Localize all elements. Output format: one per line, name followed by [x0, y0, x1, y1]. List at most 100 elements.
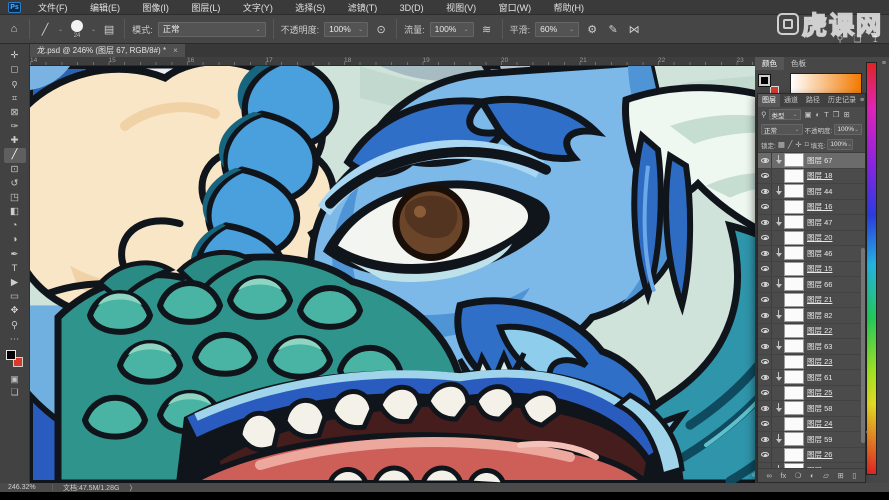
layer-row[interactable]: 图层 22	[758, 324, 865, 340]
brush-settings-panel-icon[interactable]: ▤	[101, 23, 117, 36]
horizontal-ruler[interactable]: 1415161718192021222324	[30, 57, 862, 66]
tab-swatches[interactable]: 色板	[784, 57, 813, 70]
type-tool[interactable]: T	[4, 262, 26, 276]
menu-item[interactable]: 选择(S)	[286, 3, 334, 13]
layer-visibility-toggle[interactable]	[758, 308, 772, 323]
opacity-select[interactable]: 100%⌄	[324, 22, 368, 37]
brush-tool-icon[interactable]: ╱	[37, 23, 53, 36]
layer-row[interactable]: 图层 16	[758, 200, 865, 216]
layer-row[interactable]: 图层 58	[758, 401, 865, 417]
history-brush-tool[interactable]: ↺	[4, 177, 26, 191]
dodge-tool[interactable]: ◑	[4, 233, 26, 247]
layer-visibility-toggle[interactable]	[758, 169, 772, 184]
layer-name[interactable]: 图层 47	[807, 217, 832, 228]
layer-filter-select[interactable]: 类型⌄	[769, 109, 801, 120]
layer-visibility-toggle[interactable]	[758, 215, 772, 230]
menu-item[interactable]: 视图(V)	[437, 3, 485, 13]
filter-type-icon[interactable]: T	[824, 110, 829, 119]
color-panel-menu-icon[interactable]: ≡	[882, 60, 886, 67]
zoom-level-field[interactable]: 246.32%	[8, 484, 42, 491]
layer-thumbnail[interactable]	[784, 448, 804, 462]
layer-visibility-toggle[interactable]	[758, 277, 772, 292]
layer-thumbnail[interactable]	[784, 386, 804, 400]
filter-shape-icon[interactable]: ❒	[833, 110, 840, 119]
layer-name[interactable]: 图层 16	[807, 201, 832, 212]
layer-thumbnail[interactable]	[784, 293, 804, 307]
eraser-tool[interactable]: ◳	[4, 191, 26, 205]
layer-row[interactable]: 图层 59	[758, 432, 865, 448]
layer-name[interactable]: 图层 44	[807, 186, 832, 197]
layer-thumbnail[interactable]	[784, 308, 804, 322]
layer-row[interactable]: 图层 20	[758, 231, 865, 247]
layer-row[interactable]: 图层 24	[758, 417, 865, 433]
layer-visibility-toggle[interactable]	[758, 153, 772, 168]
layer-row[interactable]: 图层 63	[758, 339, 865, 355]
menu-item[interactable]: 图层(L)	[182, 3, 229, 13]
clone-stamp-tool[interactable]: ⊡	[4, 163, 26, 177]
layer-row[interactable]: 图层 18	[758, 169, 865, 185]
layer-name[interactable]: 图层 26	[807, 449, 832, 460]
layer-fill-select[interactable]: 100%⌄	[827, 139, 853, 150]
lasso-tool[interactable]: ϙ	[4, 77, 26, 91]
screen-mode-icon[interactable]: ❏	[10, 386, 18, 399]
layer-name[interactable]: 图层 67	[807, 155, 832, 166]
layer-thumbnail[interactable]	[784, 401, 804, 415]
lock-pixels-icon[interactable]: ╱	[788, 140, 793, 149]
layer-thumbnail[interactable]	[784, 417, 804, 431]
crop-tool[interactable]: ⌗	[4, 92, 26, 106]
workspace-icon[interactable]: ❏	[853, 34, 861, 45]
layer-visibility-toggle[interactable]	[758, 231, 772, 246]
layer-visibility-toggle[interactable]	[758, 324, 772, 339]
layer-visibility-toggle[interactable]	[758, 432, 772, 447]
tab-channels[interactable]: 通道	[780, 94, 802, 107]
layer-thumbnail[interactable]	[784, 231, 804, 245]
layer-thumbnail[interactable]	[784, 432, 804, 446]
layer-thumbnail[interactable]	[784, 246, 804, 260]
layer-visibility-toggle[interactable]	[758, 370, 772, 385]
layer-thumbnail[interactable]	[784, 215, 804, 229]
lock-all-icon[interactable]: ⌑	[805, 140, 809, 149]
layer-thumbnail[interactable]	[784, 355, 804, 369]
delete-layer-icon[interactable]: ▯	[852, 471, 856, 480]
layer-thumbnail[interactable]	[784, 463, 804, 468]
flow-select[interactable]: 100%⌄	[430, 22, 474, 37]
menu-item[interactable]: 编辑(E)	[81, 3, 129, 13]
layer-blend-mode-select[interactable]: 正常⌄	[761, 124, 803, 135]
edit-toolbar[interactable]: ⋯	[4, 333, 26, 347]
layer-visibility-toggle[interactable]	[758, 386, 772, 401]
foreground-color-swatch[interactable]	[6, 350, 16, 360]
layer-name[interactable]: 图层 24	[807, 418, 832, 429]
brush-tool[interactable]: ╱	[4, 148, 26, 162]
layer-visibility-toggle[interactable]	[758, 184, 772, 199]
layer-visibility-toggle[interactable]	[758, 355, 772, 370]
size-pressure-icon[interactable]: ✎	[605, 23, 621, 36]
layer-thumbnail[interactable]	[784, 153, 804, 167]
layer-row[interactable]: 图层 60	[758, 463, 865, 468]
layer-row[interactable]: 图层 82	[758, 308, 865, 324]
layer-name[interactable]: 图层 20	[807, 232, 832, 243]
layer-group-icon[interactable]: ▱	[823, 471, 829, 480]
layer-visibility-toggle[interactable]	[758, 448, 772, 463]
layer-name[interactable]: 图层 23	[807, 356, 832, 367]
layer-row[interactable]: 图层 61	[758, 370, 865, 386]
filter-pixel-icon[interactable]: ▣	[805, 110, 812, 119]
layer-name[interactable]: 图层 61	[807, 372, 832, 383]
layer-visibility-toggle[interactable]	[758, 339, 772, 354]
status-expander-icon[interactable]: 〉	[129, 483, 136, 493]
layer-row[interactable]: 图层 47	[758, 215, 865, 231]
layer-name[interactable]: 图层 66	[807, 279, 832, 290]
home-icon[interactable]: ⌂	[6, 23, 22, 35]
menu-item[interactable]: 文件(F)	[29, 3, 77, 13]
foreground-color-chip[interactable]	[759, 75, 770, 86]
layer-row[interactable]: 图层 44	[758, 184, 865, 200]
opacity-pressure-icon[interactable]: ⊙	[373, 23, 389, 36]
layer-name[interactable]: 图层 21	[807, 294, 832, 305]
layer-name[interactable]: 图层 25	[807, 387, 832, 398]
hand-tool[interactable]: ✥	[4, 304, 26, 318]
blur-tool[interactable]: ◔	[4, 219, 26, 233]
menu-item[interactable]: 滤镜(T)	[339, 3, 387, 13]
color-swatches[interactable]	[6, 350, 23, 367]
layer-visibility-toggle[interactable]	[758, 262, 772, 277]
tab-paths[interactable]: 路径	[802, 94, 824, 107]
menu-item[interactable]: 窗口(W)	[490, 3, 541, 13]
